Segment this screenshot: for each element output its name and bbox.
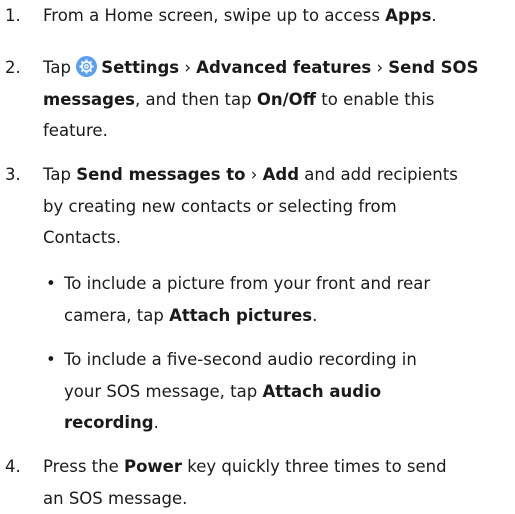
text-line: camera, tap Attach pictures. <box>64 300 514 332</box>
text-segment: Tap <box>43 58 76 77</box>
text-segment: › <box>179 58 196 77</box>
bold-term: Add <box>263 165 299 184</box>
text-segment: From a Home screen, swipe up to access <box>43 6 385 25</box>
text-line: an SOS message. <box>43 483 513 514</box>
bold-term: Settings <box>101 58 179 77</box>
step-text: Press the Power key quickly three times … <box>43 451 513 514</box>
bold-term: Apps <box>385 6 431 25</box>
settings-gear-icon <box>76 56 97 77</box>
step-number: 4. <box>5 451 21 483</box>
step-text: To include a picture from your front and… <box>64 268 514 331</box>
bullet-marker: • <box>46 344 56 376</box>
text-segment: › <box>371 58 388 77</box>
bold-term: Attach audio <box>262 382 381 401</box>
bold-term: Send SOS <box>388 58 478 77</box>
text-line: messages, and then tap On/Off to enable … <box>43 84 513 116</box>
text-segment: , and then tap <box>135 90 257 109</box>
text-line: feature. <box>43 115 513 147</box>
text-line: To include a five-second audio recording… <box>64 344 514 376</box>
text-segment: To include a picture from your front and… <box>64 274 430 293</box>
text-segment: key quickly three times to send <box>182 457 447 476</box>
text-segment: and add recipients <box>299 165 458 184</box>
text-segment: . <box>154 413 159 432</box>
instruction-document: 1. From a Home screen, swipe up to access… <box>0 0 515 507</box>
text-line: Tap Settings › Advanced features › Send … <box>43 52 513 84</box>
bullet-marker: • <box>46 268 56 300</box>
text-line: Contacts. <box>43 222 513 254</box>
step-text: From a Home screen, swipe up to access A… <box>43 0 513 32</box>
text-segment: feature. <box>43 121 108 140</box>
text-line: Tap Send messages to › Add and add recip… <box>43 159 513 191</box>
text-line: your SOS message, tap Attach audio <box>64 376 514 408</box>
text-segment: To include a five-second audio recording… <box>64 350 417 369</box>
text-segment: Contacts. <box>43 228 121 247</box>
text-segment: your SOS message, tap <box>64 382 262 401</box>
text-segment: an SOS message. <box>43 489 187 508</box>
step-number: 3. <box>5 159 21 191</box>
bold-term: Send messages to <box>76 165 245 184</box>
text-segment: camera, tap <box>64 306 169 325</box>
bold-term: messages <box>43 90 135 109</box>
step-text: Tap Send messages to › Add and add recip… <box>43 159 513 254</box>
text-segment: to enable this <box>316 90 434 109</box>
text-line: by creating new contacts or selecting fr… <box>43 191 513 223</box>
bold-term: Attach pictures <box>169 306 312 325</box>
text-segment: by creating new contacts or selecting fr… <box>43 197 397 216</box>
bold-term: On/Off <box>257 90 316 109</box>
text-segment: . <box>312 306 317 325</box>
step-text: To include a five-second audio recording… <box>64 344 514 439</box>
bold-term: recording <box>64 413 154 432</box>
text-segment: › <box>246 165 263 184</box>
text-segment: Press the <box>43 457 124 476</box>
bold-term: Advanced features <box>196 58 371 77</box>
text-line: From a Home screen, swipe up to access A… <box>43 0 513 32</box>
text-line: Press the Power key quickly three times … <box>43 451 513 483</box>
text-line: To include a picture from your front and… <box>64 268 514 300</box>
text-line: recording. <box>64 407 514 439</box>
text-segment: . <box>431 6 436 25</box>
text-segment: Tap <box>43 165 76 184</box>
step-text: Tap Settings › Advanced features › Send … <box>43 52 513 147</box>
bold-term: Power <box>124 457 182 476</box>
step-number: 1. <box>5 0 21 32</box>
step-number: 2. <box>5 52 21 84</box>
